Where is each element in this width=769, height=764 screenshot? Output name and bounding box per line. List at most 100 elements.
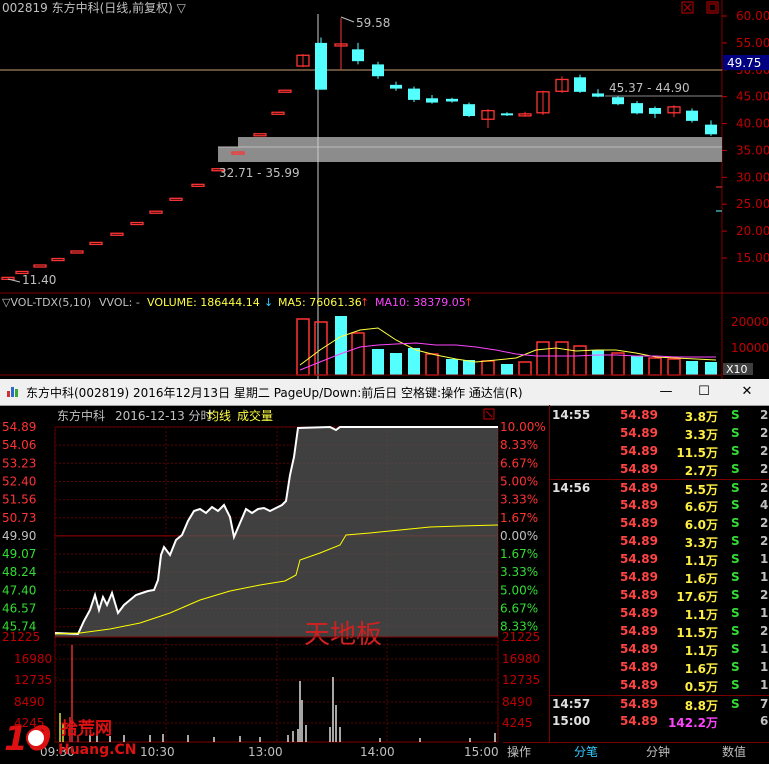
tick-price: 54.89 [620,588,658,602]
tick-count: 2 [760,444,769,458]
tick-volume: 8.8万 [684,699,718,713]
tick-row[interactable]: 54.89 1.6万 S 1 [550,659,769,677]
popup-titlebar[interactable]: 东方中科(002819) 2016年12月13日 星期二 PageUp/Down… [0,379,769,406]
intraday-avg-label: 均线 [207,409,231,423]
kvol-bar [611,352,625,376]
candle-body [253,133,267,137]
kvol-bar [501,364,513,375]
minimize-button[interactable]: — [652,382,680,401]
candle-body [352,49,364,62]
tick-price: 54.89 [620,660,658,674]
tick-row[interactable]: 54.89 0.5万 S 1 [550,677,769,695]
close-icon[interactable] [681,1,694,14]
kline-y-tick: 45.00 [736,90,769,104]
tick-price: 54.89 [620,697,658,711]
chart-app-icon [7,387,18,397]
tick-side: S [731,426,740,440]
kline-svg: 60.0055.0050.0045.0040.0035.0030.0025.00… [0,0,769,379]
kline-y-tick: 35.00 [736,143,769,157]
tick-price: 54.89 [620,570,658,584]
svg-text:↓: ↓ [264,296,273,309]
close-button[interactable]: ✕ [733,382,761,401]
tick-row[interactable]: 54.89 2.7万 S 2 [550,461,769,479]
candle-body [191,183,205,187]
tab-values[interactable]: 数值 [709,743,759,761]
restore-icon[interactable] [706,1,719,14]
candle-body [372,64,384,77]
tick-row[interactable]: 15:00 54.89 142.2万 69 [550,713,769,731]
vol-axis-label: 8490 [502,695,533,709]
tick-price: 54.89 [620,624,658,638]
time-axis-label: 13:00 [248,745,283,759]
watermark-url: Huang.CN [58,742,136,758]
tick-price: 54.89 [620,462,658,476]
maximize-button[interactable]: ☐ [690,382,718,401]
tick-row[interactable]: 54.89 3.3万 S 2 [550,425,769,443]
tick-time: 15:00 [552,714,591,728]
kvol-bar [446,359,458,375]
range-annotation: 45.37 - 44.90 [609,81,690,95]
candle-body [169,197,183,201]
kvol-bar [372,349,384,375]
popup-title: 东方中科(002819) 2016年12月13日 星期二 PageUp/Down… [26,386,523,400]
kline-chart-panel[interactable]: 60.0055.0050.0045.0040.0035.0030.0025.00… [0,0,769,379]
tick-price: 54.89 [620,606,658,620]
tick-volume: 0.5万 [684,680,718,694]
tick-row[interactable]: 54.89 6.0万 S 2 [550,515,769,533]
tick-volume: 1.1万 [684,644,718,658]
watermark-circle [26,728,46,748]
intraday-pct-axis: 10.00% 8.33% 6.67% 5.00% 3.33% 1.67% 0.00% 1.67… [500,420,546,634]
kline-y-tick: 15.00 [736,251,769,265]
tick-list[interactable]: 14:55 54.89 3.8万 S 2 54.89 3.3万 S 2 54.89 11.5万 S 2 5… [549,405,769,742]
kline-y-axis: 60.0055.0050.0045.0040.0035.0030.0025.00… [722,9,769,265]
tick-price: 54.89 [620,714,658,728]
tick-row[interactable]: 14:55 54.89 3.8万 S 2 [550,407,769,425]
tick-row[interactable]: 14:56 54.89 5.5万 S 2 [550,479,769,498]
indicator-name: ▽VOL-TDX(5,10) [2,296,91,309]
tick-row[interactable]: 54.89 1.6万 S 1 [550,569,769,587]
candle-body [271,111,285,115]
tick-row[interactable]: 14:57 54.89 8.8万 S 7 [550,695,769,714]
tick-side: S [731,462,740,476]
tick-volume: 5.5万 [684,483,718,497]
price-axis-label: 54.06 [2,438,36,452]
candle-body [408,88,420,100]
tick-row[interactable]: 54.89 1.1万 S 1 [550,551,769,569]
tab-minutes[interactable]: 分钟 [633,743,683,761]
watermark-cn: 拾荒网 [61,718,112,739]
time-axis-label: 14:00 [360,745,395,759]
pct-axis-label: 5.00% [500,474,538,488]
tick-row[interactable]: 54.89 1.1万 S 1 [550,605,769,623]
candle-body [278,89,292,93]
indicator-vvol: VVOL: - [99,296,140,309]
tick-row[interactable]: 54.89 1.1万 S 1 [550,641,769,659]
vol-axis-label: 21225 [502,630,540,644]
tick-side: S [731,678,740,692]
kvol-bar [592,350,604,375]
tick-row[interactable]: 54.89 11.5万 S 2 [550,623,769,641]
tick-price: 54.89 [620,642,658,656]
svg-text:↑: ↑ [464,296,473,309]
tick-side: S [731,444,740,458]
tick-side: S [731,552,740,566]
tick-side: S [731,481,740,495]
intraday-chart-panel[interactable]: 东方中科 2016-12-13 分时 均线 成交量 54.89 54.06 53.2… [0,405,549,760]
tick-row[interactable]: 54.89 3.3万 S 2 [550,533,769,551]
tick-count: 7 [760,697,769,711]
intraday-close-icon[interactable] [483,408,495,420]
intraday-price-axis: 54.89 54.06 53.23 52.40 51.56 50.73 49.90 49.07… [2,420,36,634]
tick-row[interactable]: 54.89 6.6万 S 4 [550,497,769,515]
candle-body [649,107,661,114]
tab-ticks[interactable]: 分笔 [561,743,611,761]
tick-row[interactable]: 54.89 17.6万 S 2 [550,587,769,605]
vol-axis-label: 8490 [14,695,45,709]
kvol-bar [390,353,402,375]
tick-volume: 3.3万 [684,428,718,442]
vol-axis-label: 12735 [502,673,540,687]
price-axis-label: 52.40 [2,474,36,488]
tab-operation[interactable]: 操作 [503,743,535,761]
kvol-bar [481,360,495,376]
kvol-bar [518,361,532,376]
intraday-volume-axis-right: 21225 16980 12735 8490 4245 [502,630,540,730]
tick-row[interactable]: 54.89 11.5万 S 2 [550,443,769,461]
